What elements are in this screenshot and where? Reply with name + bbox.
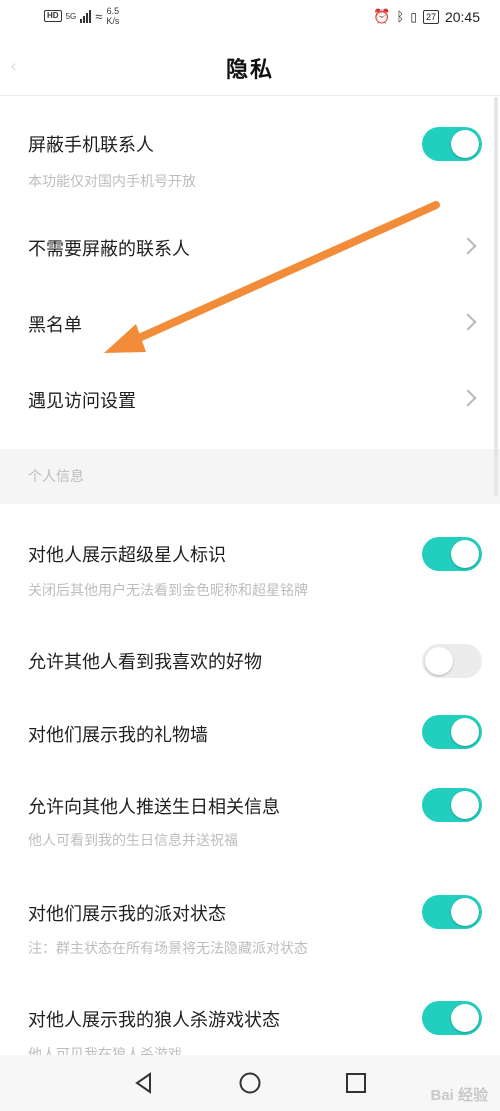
row-label: 对他们展示我的礼物墙 xyxy=(28,725,208,746)
battery-icon: 27 xyxy=(422,9,439,24)
row-superstar-badge[interactable]: 对他人展示超级星人标识 关闭后其他用户无法看到金色昵称和超星铭牌 xyxy=(0,504,500,621)
row-subtitle: 注：群主状态在所有场景将无法隐藏派对状态 xyxy=(28,941,308,957)
toggle-knob xyxy=(425,647,453,675)
toggle-switch[interactable] xyxy=(422,537,482,571)
row-label: 对他们展示我的派对状态 xyxy=(28,904,226,925)
toggle-switch[interactable] xyxy=(422,895,482,929)
row-label: 遇见访问设置 xyxy=(28,391,136,412)
row-subtitle: 他人可看到我的生日信息并送祝福 xyxy=(28,833,238,849)
section-title: 个人信息 xyxy=(28,469,84,485)
signal-icon xyxy=(80,9,92,23)
chevron-right-icon xyxy=(459,237,477,255)
row-unblocked-contacts[interactable]: 不需要屏蔽的联系人 xyxy=(0,209,500,285)
bluetooth-icon: ᛒ xyxy=(396,9,405,24)
hd-badge: HD xyxy=(44,10,62,22)
row-birthday-push[interactable]: 允许向其他人推送生日相关信息 他人可看到我的生日信息并送祝福 xyxy=(0,770,500,875)
row-label: 允许向其他人推送生日相关信息 xyxy=(28,797,280,818)
nav-recents-icon[interactable] xyxy=(344,1071,368,1095)
nav-home-icon[interactable] xyxy=(238,1071,262,1095)
status-right: ⏰ ᛒ ▯ 27 20:45 xyxy=(373,8,480,25)
speed-value: 6.5 xyxy=(106,6,120,16)
row-label: 对他人展示我的狼人杀游戏状态 xyxy=(28,1010,280,1031)
toggle-switch[interactable] xyxy=(422,644,482,678)
wifi-icon: ≈ xyxy=(95,8,103,24)
page-title: 隐私 xyxy=(225,57,274,83)
row-blacklist[interactable]: 黑名单 xyxy=(0,285,500,361)
row-block-contacts[interactable]: 屏蔽手机联系人 本功能仅对国内手机号开放 xyxy=(0,97,500,209)
row-label: 允许其他人看到我喜欢的好物 xyxy=(28,652,262,673)
toggle-knob xyxy=(451,718,479,746)
row-subtitle: 本功能仅对国内手机号开放 xyxy=(28,174,196,190)
toggle-switch[interactable] xyxy=(422,1001,482,1035)
row-label: 对他人展示超级星人标识 xyxy=(28,545,226,566)
row-liked-items[interactable]: 允许其他人看到我喜欢的好物 xyxy=(0,621,500,699)
section-header-personal: 个人信息 xyxy=(0,449,500,504)
row-subtitle: 他人可见我在狼人杀游戏 xyxy=(28,1047,182,1055)
row-label: 不需要屏蔽的联系人 xyxy=(28,239,190,260)
toggle-switch[interactable] xyxy=(422,127,482,161)
toggle-knob xyxy=(451,898,479,926)
toggle-switch[interactable] xyxy=(422,715,482,749)
row-label: 黑名单 xyxy=(28,315,82,336)
row-label: 屏蔽手机联系人 xyxy=(28,135,154,156)
alarm-icon: ⏰ xyxy=(373,8,391,24)
chevron-right-icon xyxy=(459,313,477,331)
row-werewolf-status[interactable]: 对他人展示我的狼人杀游戏状态 他人可见我在狼人杀游戏 xyxy=(0,983,500,1055)
clock: 20:45 xyxy=(444,8,480,25)
row-subtitle: 关闭后其他用户无法看到金色昵称和超星铭牌 xyxy=(28,583,308,599)
toggle-switch[interactable] xyxy=(422,788,482,822)
row-gift-wall[interactable]: 对他们展示我的礼物墙 xyxy=(0,699,500,770)
watermark: Bai 经验 xyxy=(430,1087,488,1104)
row-visit-settings[interactable]: 遇见访问设置 xyxy=(0,361,500,449)
network-type: 5G xyxy=(65,11,77,21)
toggle-knob xyxy=(451,540,479,568)
toggle-knob xyxy=(451,1004,479,1032)
toggle-knob xyxy=(451,130,479,158)
network-speed: 6.5 K/s xyxy=(106,6,119,26)
vibrate-icon: ▯ xyxy=(410,9,417,24)
nav-back-icon[interactable] xyxy=(132,1071,156,1095)
status-left: HD 5G ≈ 6.5 K/s xyxy=(44,6,119,26)
title-bar: ‹ 隐私 xyxy=(0,36,500,96)
toggle-knob xyxy=(451,791,479,819)
chevron-right-icon xyxy=(459,389,477,407)
speed-unit: K/s xyxy=(106,16,120,26)
status-bar: HD 5G ≈ 6.5 K/s ⏰ ᛒ ▯ 27 20:45 xyxy=(0,0,500,36)
row-party-status[interactable]: 对他们展示我的派对状态 注：群主状态在所有场景将无法隐藏派对状态 xyxy=(0,875,500,983)
system-nav-bar: Bai 经验 xyxy=(0,1055,500,1111)
settings-list: 屏蔽手机联系人 本功能仅对国内手机号开放 不需要屏蔽的联系人 黑名单 遇见访问设… xyxy=(0,97,500,1055)
scrollbar[interactable] xyxy=(494,97,498,497)
